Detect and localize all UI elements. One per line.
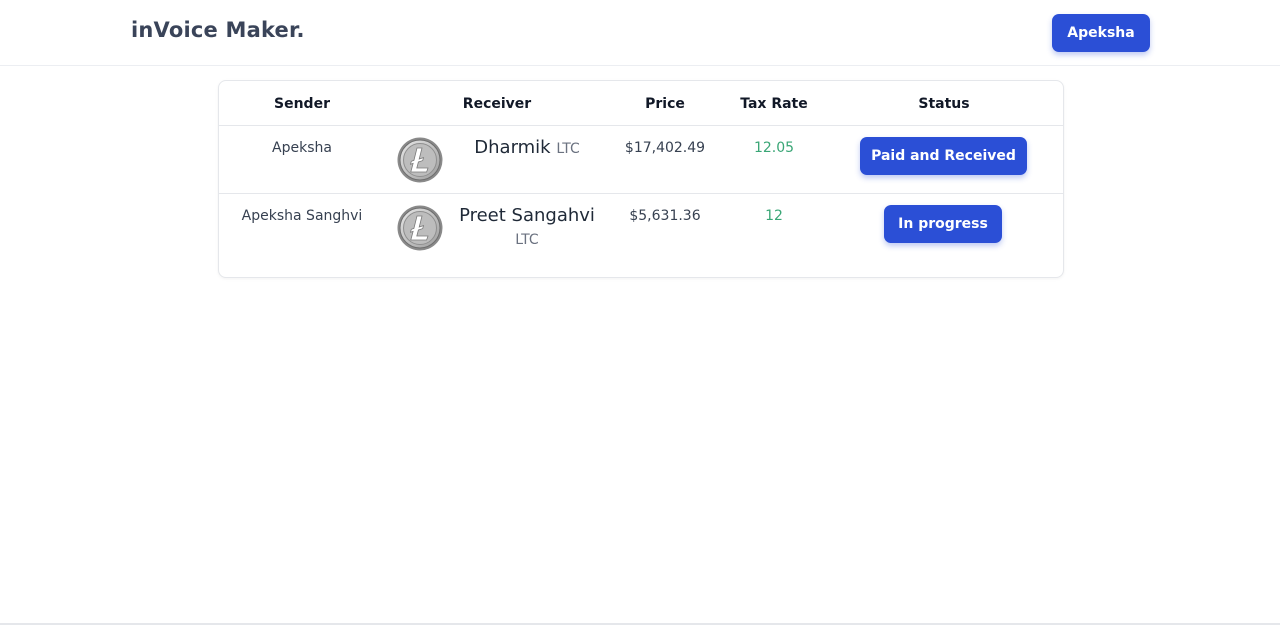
receiver-name: Preet Sangahvi xyxy=(459,205,595,226)
receiver-cell: Preet Sangahvi LTC xyxy=(447,205,607,248)
status-button[interactable]: Paid and Received xyxy=(860,137,1027,175)
receiver-ticker: LTC xyxy=(556,141,580,157)
litecoin-icon xyxy=(397,205,443,251)
column-header-sender: Sender xyxy=(274,96,330,112)
column-header-status: Status xyxy=(918,96,970,112)
brand-logo[interactable]: inVoice Maker. xyxy=(131,18,305,42)
table-header-row: Sender Receiver Price Tax Rate Status xyxy=(219,81,1063,126)
receiver-cell: Dharmik LTC xyxy=(447,137,607,158)
invoice-table: Sender Receiver Price Tax Rate Status Ap… xyxy=(218,80,1064,278)
receiver-name: Dharmik xyxy=(474,137,551,158)
receiver-ticker: LTC xyxy=(515,232,539,248)
column-header-tax-rate: Tax Rate xyxy=(740,96,808,112)
tax-rate-cell: 12.05 xyxy=(753,140,795,156)
column-header-price: Price xyxy=(645,96,685,112)
price-cell: $5,631.36 xyxy=(629,208,701,224)
table-row: Apeksha Dharmik LTC $17,402.49 12.05 Pai… xyxy=(219,126,1063,194)
user-account-button[interactable]: Apeksha xyxy=(1052,14,1150,52)
table-row: Apeksha Sanghvi Preet Sangahvi LTC $5,63… xyxy=(219,194,1063,278)
status-button[interactable]: In progress xyxy=(884,205,1002,243)
price-cell: $17,402.49 xyxy=(624,140,706,156)
tax-rate-cell: 12 xyxy=(765,208,783,224)
sender-cell: Apeksha xyxy=(272,140,332,156)
column-header-receiver: Receiver xyxy=(462,96,532,112)
navbar: inVoice Maker. Apeksha xyxy=(0,0,1280,66)
sender-cell: Apeksha Sanghvi xyxy=(241,208,363,224)
litecoin-icon xyxy=(397,137,443,183)
